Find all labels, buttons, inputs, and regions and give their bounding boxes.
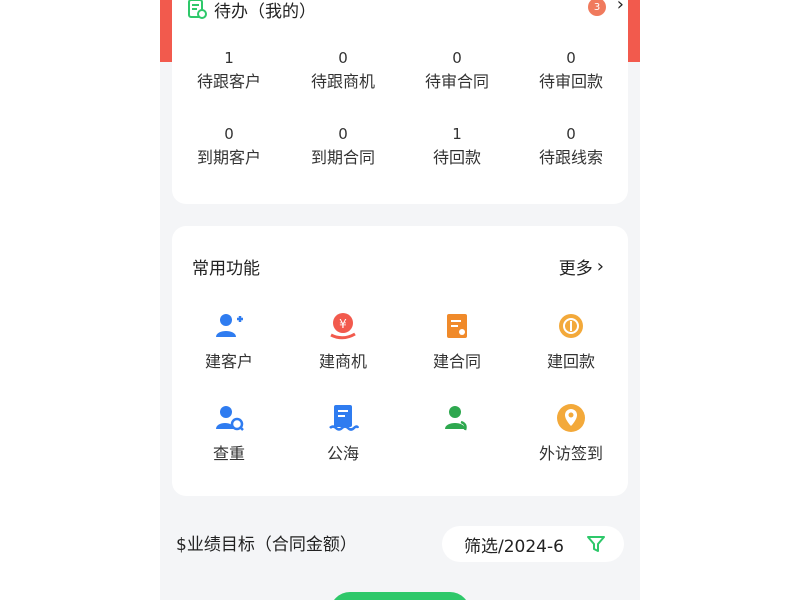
stat-value: 0 — [338, 49, 348, 67]
function-label: 建回款 — [546, 352, 595, 371]
header-decoration-right — [628, 0, 640, 62]
function-add-payment[interactable]: 建回款 — [514, 310, 628, 374]
function-label: 外访签到 — [538, 444, 603, 463]
function-contact[interactable] — [400, 402, 514, 466]
stat-label: 待跟线索 — [538, 148, 603, 167]
stat-item[interactable]: 1 待回款 — [400, 124, 514, 170]
duplicate-check-icon — [213, 402, 245, 434]
stat-label: 到期客户 — [196, 148, 261, 167]
function-duplicate-check[interactable]: 查重 — [172, 402, 286, 466]
section-title: 常用功能 — [192, 259, 260, 279]
todo-list-icon — [186, 0, 208, 20]
header-decoration-left — [160, 0, 172, 62]
app-screen: 待办（我的） 3 › 1 待跟客户 0 待跟商机 0 待审合同 0 待审回款 0 — [160, 0, 640, 600]
function-label: 建合同 — [432, 352, 481, 371]
filter-button[interactable]: 筛选/2024-6 — [442, 526, 624, 562]
stat-item[interactable]: 0 到期合同 — [286, 124, 400, 170]
chevron-right-icon[interactable]: › — [617, 0, 624, 15]
stat-label: 待跟商机 — [310, 72, 375, 91]
stat-value: 1 — [224, 49, 234, 67]
contact-icon — [441, 402, 473, 434]
stat-value: 0 — [452, 49, 462, 67]
stat-value: 0 — [338, 125, 348, 143]
opportunity-icon: ¥ — [327, 310, 359, 342]
common-functions-card: 常用功能 更多 › 建客户 ¥ 建商机 建合同 建回款 查重 公海 外访签到 — [172, 226, 628, 496]
function-add-opportunity[interactable]: ¥ 建商机 — [286, 310, 400, 374]
todo-title: 待办（我的） — [214, 1, 316, 22]
performance-gauge — [330, 592, 470, 600]
stat-item[interactable]: 0 待审合同 — [400, 48, 514, 94]
payment-icon — [555, 310, 587, 342]
performance-title: $业绩目标（合同金额） — [176, 535, 357, 555]
stat-value: 0 — [566, 49, 576, 67]
filter-label: 筛选/2024-6 — [464, 536, 564, 557]
svg-text:¥: ¥ — [339, 317, 347, 331]
stat-item[interactable]: 1 待跟客户 — [172, 48, 286, 94]
stat-label: 待审合同 — [424, 72, 489, 91]
function-add-customer[interactable]: 建客户 — [172, 310, 286, 374]
todo-stats-grid: 1 待跟客户 0 待跟商机 0 待审合同 0 待审回款 0 到期客户 0 到期合… — [172, 48, 628, 170]
add-customer-icon — [213, 310, 245, 342]
stat-value: 0 — [224, 125, 234, 143]
chevron-right-icon: › — [596, 256, 604, 277]
more-label: 更多 — [558, 259, 593, 279]
stat-item[interactable]: 0 待跟商机 — [286, 48, 400, 94]
stat-item[interactable]: 0 到期客户 — [172, 124, 286, 170]
stat-label: 待跟客户 — [196, 72, 261, 91]
function-add-contract[interactable]: 建合同 — [400, 310, 514, 374]
public-pool-icon — [327, 402, 360, 434]
stat-label: 到期合同 — [310, 148, 375, 167]
stat-item[interactable]: 0 待跟线索 — [514, 124, 628, 170]
stat-label: 待回款 — [432, 148, 481, 167]
filter-funnel-icon — [586, 534, 606, 559]
stat-value: 0 — [566, 125, 576, 143]
function-label: 建商机 — [318, 352, 367, 371]
function-grid: 建客户 ¥ 建商机 建合同 建回款 查重 公海 外访签到 — [172, 310, 628, 466]
function-label: 公海 — [326, 444, 359, 463]
stat-value: 1 — [452, 125, 462, 143]
function-public-pool[interactable]: 公海 — [286, 402, 400, 466]
function-label: 建客户 — [204, 352, 253, 371]
function-visit-checkin[interactable]: 外访签到 — [514, 402, 628, 466]
todo-card: 待办（我的） 3 › 1 待跟客户 0 待跟商机 0 待审合同 0 待审回款 0 — [172, 0, 628, 204]
more-button[interactable]: 更多 › — [559, 254, 604, 279]
stat-item[interactable]: 0 待审回款 — [514, 48, 628, 94]
stat-label: 待审回款 — [538, 72, 603, 91]
location-pin-icon — [555, 402, 587, 434]
contract-icon — [441, 310, 473, 342]
function-label: 查重 — [212, 444, 245, 463]
todo-header[interactable]: 待办（我的） — [186, 0, 614, 24]
